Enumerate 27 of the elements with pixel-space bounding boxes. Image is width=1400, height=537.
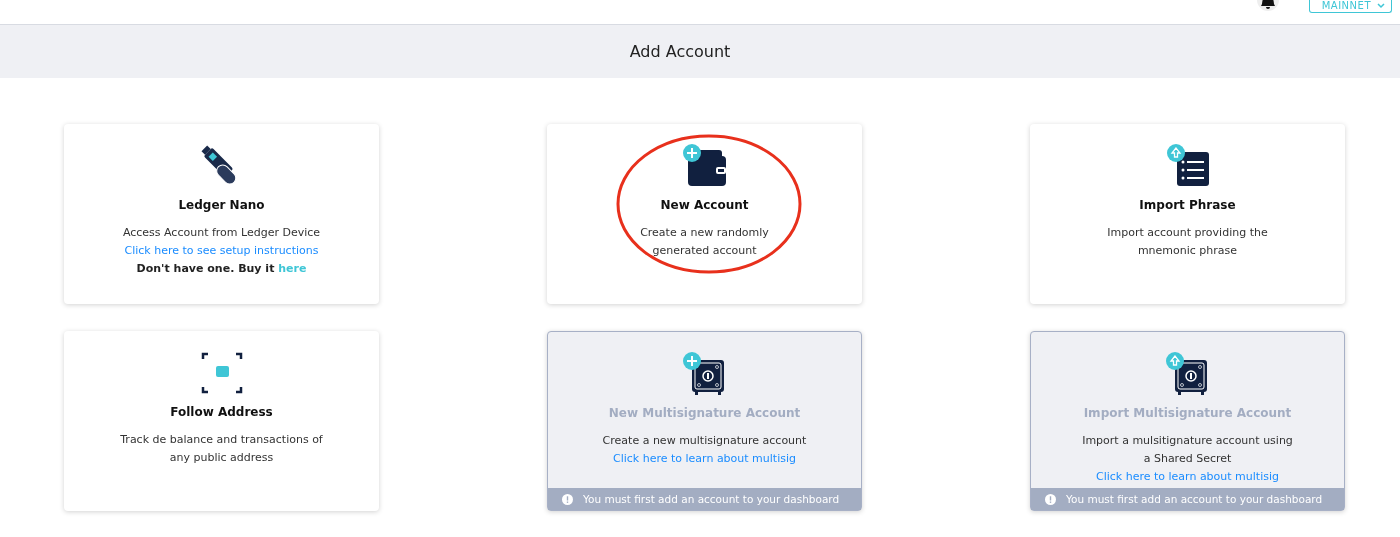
instructions-link[interactable]: Click here to see setup instructions [124,242,319,260]
card-title: New Multisignature Account [608,406,801,420]
card-description: Create a new randomly generated account [639,225,770,259]
info-icon [562,493,573,505]
bell-icon[interactable] [1256,0,1279,12]
account-card[interactable]: Ledger Nano Access Account from Ledger Device Click here to see setup instructions Don't have one. Buy it here [64,124,379,304]
card-description: Access Account from Ledger Device [122,225,321,241]
list-upload-icon [1164,144,1211,188]
chevron-icon [1377,2,1385,9]
card-title: Import Phrase [1139,198,1236,212]
account-card[interactable]: Follow Address Track de balance and transactions of any public address [64,331,379,511]
page-title: Add Account [629,42,731,61]
card-description: Import account providing the mnemonic phrase [1106,225,1269,259]
warning-text: You must first add an account to your dashboard [1066,493,1323,505]
account-card[interactable]: Import Phrase Import account providing the mnemonic phrase [1030,124,1345,304]
card-description: Track de balance and transactions of any public address [119,432,324,466]
card-description: Import a mulsitignature account using a Shared Secret [1081,433,1294,467]
warning-text: You must first add an account to your dashboard [583,493,840,505]
buy-note: Don't have one. Buy it here [136,261,307,277]
card-title: Import Multisignature Account [1083,406,1292,420]
card-description: Create a new multisignature account [602,433,807,449]
wallet-plus-icon [681,144,728,188]
card-title: Ledger Nano [178,198,265,212]
card-title: Follow Address [170,405,273,419]
account-card[interactable]: New Account Create a new randomly generated account [547,124,862,304]
card-title: New Account [660,198,749,212]
info-icon [1045,493,1056,505]
